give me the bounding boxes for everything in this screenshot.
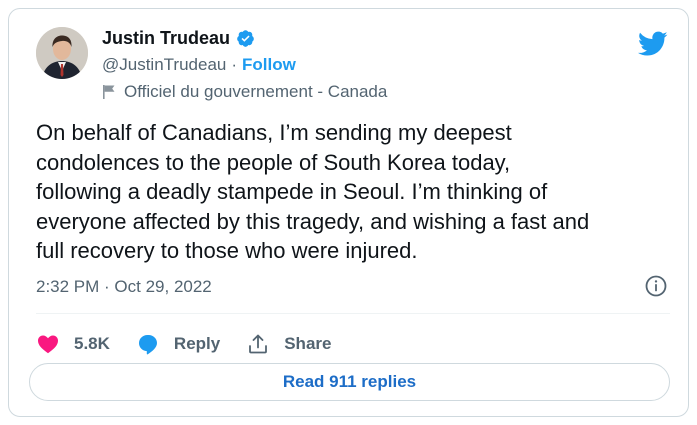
author-name-row: Justin Trudeau	[102, 26, 255, 50]
government-label: Officiel du gouvernement - Canada	[102, 82, 387, 102]
avatar[interactable]	[36, 27, 88, 79]
like-button[interactable]: 5.8K	[36, 332, 110, 356]
share-button[interactable]: Share	[246, 332, 331, 356]
author-handle[interactable]: @JustinTrudeau	[102, 55, 226, 75]
reply-button[interactable]: Reply	[136, 332, 220, 356]
flag-icon	[103, 85, 115, 99]
tweet-card: Justin Trudeau @JustinTrudeau · Follow O…	[8, 8, 689, 417]
read-replies-button[interactable]: Read 911 replies	[29, 363, 670, 401]
like-count: 5.8K	[74, 334, 110, 353]
verified-badge-icon	[237, 29, 254, 47]
government-label-text: Officiel du gouvernement - Canada	[124, 82, 388, 101]
separator-dot: ·	[231, 55, 238, 74]
info-icon[interactable]	[644, 274, 668, 298]
tweet-text: On behalf of Canadians, I’m sending my d…	[36, 120, 590, 263]
action-bar: 5.8K Reply Share	[36, 327, 357, 361]
author-handle-row: @JustinTrudeau · Follow	[102, 55, 296, 75]
avatar-image	[36, 27, 88, 79]
follow-button[interactable]: Follow	[242, 55, 296, 75]
twitter-bird-icon[interactable]	[638, 31, 668, 57]
heart-icon	[38, 335, 58, 354]
author-name[interactable]: Justin Trudeau	[102, 28, 230, 49]
divider	[36, 313, 670, 314]
share-label: Share	[284, 334, 332, 353]
reply-bubble-icon	[138, 335, 157, 355]
reply-label: Reply	[173, 334, 221, 353]
share-icon	[249, 334, 268, 354]
tweet-timestamp[interactable]: 2:32 PM · Oct 29, 2022	[36, 277, 212, 297]
